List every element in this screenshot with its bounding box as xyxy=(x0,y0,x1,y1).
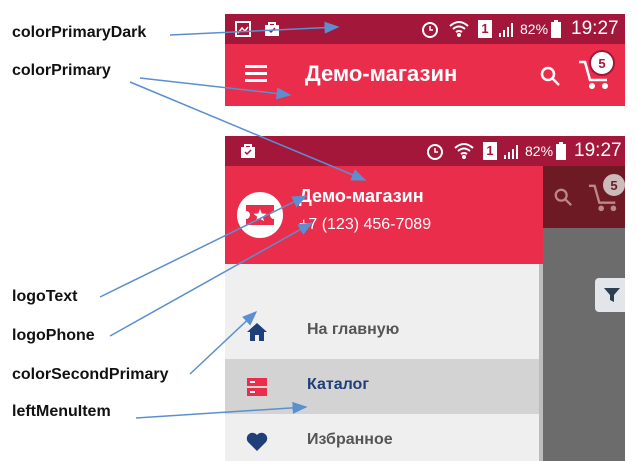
arrow-color-primary-dark xyxy=(169,21,340,36)
arrow-left-menu-item xyxy=(135,401,308,419)
annotation-arrows xyxy=(99,21,367,419)
arrow-color-primary-to-header xyxy=(129,81,367,181)
arrow-logo-phone xyxy=(109,222,314,337)
arrow-color-primary-to-toolbar xyxy=(139,77,292,100)
arrow-color-second-primary xyxy=(189,310,258,375)
arrow-logo-text xyxy=(99,195,308,298)
